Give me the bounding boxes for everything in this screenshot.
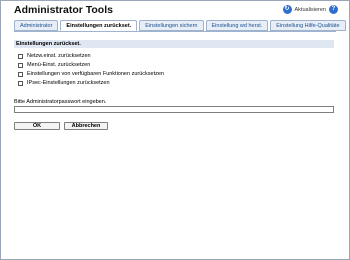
- option-label: Menü-Einst. zurücksetzen: [27, 62, 91, 68]
- option-label: IPsec-Einstellungen zurücksetzen: [27, 80, 110, 86]
- tab-help-quality[interactable]: Einstellung Hilfe-Qualitäte: [270, 20, 346, 31]
- help-icon[interactable]: ?: [329, 5, 338, 14]
- refresh-button[interactable]: ↻ Aktualisieren: [282, 5, 327, 14]
- tab-divider: [14, 31, 336, 32]
- tab-backup-settings[interactable]: Einstellungen sichern: [139, 20, 204, 31]
- cancel-button[interactable]: Abbrechen: [64, 122, 108, 130]
- tab-restore-settings[interactable]: Einstellung wd herst.: [205, 20, 269, 31]
- password-input[interactable]: [14, 106, 334, 113]
- option-label: Einstellungen von verfügbaren Funktionen…: [27, 71, 164, 77]
- tab-administrator[interactable]: Administrator: [14, 20, 59, 31]
- checkbox[interactable]: [18, 62, 23, 68]
- option-functions-reset[interactable]: Einstellungen von verfügbaren Funktionen…: [18, 71, 164, 77]
- checkbox[interactable]: [18, 53, 23, 59]
- option-label: Netzw.einst. zurücksetzen: [27, 53, 91, 59]
- page-title: Administrator Tools: [14, 4, 113, 16]
- refresh-icon: ↻: [282, 5, 292, 14]
- window-frame: [0, 0, 350, 260]
- tab-bar: Administrator Einstellungen zurückset. E…: [14, 20, 346, 31]
- checkbox[interactable]: [18, 71, 23, 77]
- option-menu-reset[interactable]: Menü-Einst. zurücksetzen: [18, 62, 90, 68]
- checkbox[interactable]: [18, 80, 23, 86]
- option-network-reset[interactable]: Netzw.einst. zurücksetzen: [18, 53, 91, 59]
- password-label: Bitte Administratorpasswort eingeben.: [14, 99, 107, 105]
- tab-reset-settings[interactable]: Einstellungen zurückset.: [60, 20, 138, 31]
- refresh-label: Aktualisieren: [294, 6, 327, 13]
- ok-button[interactable]: OK: [14, 122, 60, 130]
- section-header: Einstellungen zurückset.: [14, 40, 334, 48]
- option-ipsec-reset[interactable]: IPsec-Einstellungen zurücksetzen: [18, 80, 110, 86]
